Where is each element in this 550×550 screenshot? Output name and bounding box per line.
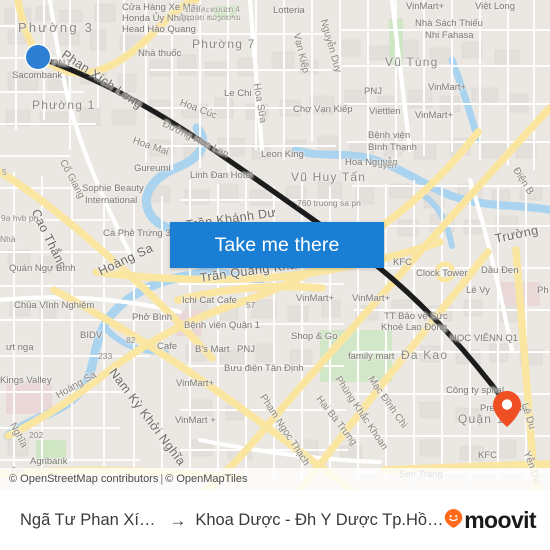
take-me-there-button[interactable]: Take me there [170,222,384,268]
moovit-wordmark: moovit [464,507,536,533]
attribution-osm[interactable]: © OpenStreetMap contributors [9,473,158,485]
origin-marker[interactable] [26,45,50,69]
trip-footer: Ngã Tư Phan Xíc... → Khoa Dược - Đh Y Dư… [0,490,550,550]
arrow-right-icon: → [169,510,187,530]
attribution-tiles[interactable]: © OpenMapTiles [165,473,247,485]
map-attribution: © OpenStreetMap contributors | © OpenMapTi… [0,468,550,490]
moovit-logo: moovit [444,507,537,534]
destination-marker[interactable] [492,390,522,428]
map-canvas[interactable]: Phường 3 Cửa Hàng Xe Máy Honda Ủy Nhiệm -H… [0,0,550,490]
trip-origin-label: Ngã Tư Phan Xíc... [20,511,161,529]
trip-destination-label: Khoa Dược - Đh Y Dược Tp.Hồ ... [195,511,445,529]
trip-summary[interactable]: Ngã Tư Phan Xíc... → Khoa Dược - Đh Y Dư… [14,511,444,531]
moovit-trip-screen: Phường 3 Cửa Hàng Xe Máy Honda Ủy Nhiệm -H… [0,0,550,550]
moovit-pin-icon [444,508,463,534]
